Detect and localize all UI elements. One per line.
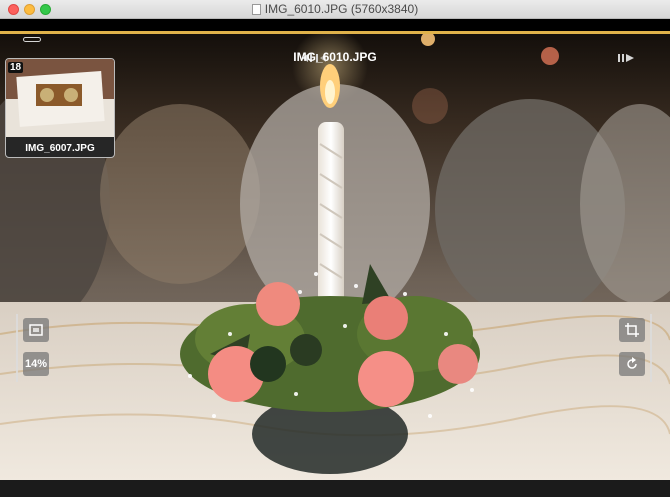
zoom-level-value: 14% [24, 358, 48, 370]
image-viewer-window: IMG_6010.JPG (5760x3840) 18 IMG_6007.JPG… [0, 0, 670, 497]
toolbar-strip [0, 19, 670, 31]
step-forward-icon [618, 54, 634, 62]
step-back-icon [302, 54, 326, 62]
right-controls-divider [650, 314, 652, 382]
previous-image-button[interactable] [298, 50, 328, 66]
next-image-button[interactable] [616, 50, 638, 66]
thumbnail-badge: 18 [8, 62, 24, 73]
progress-handle[interactable] [23, 37, 41, 42]
fit-to-window-button[interactable] [23, 318, 49, 342]
rotate-icon [627, 357, 637, 369]
thumbnail-label: IMG_6007.JPG [25, 143, 95, 154]
title-bar: IMG_6010.JPG (5760x3840) [0, 0, 670, 19]
bottom-bar [0, 480, 670, 497]
crop-icon [625, 323, 639, 337]
crop-button[interactable] [619, 318, 645, 342]
left-controls-divider [16, 314, 18, 382]
zoom-level-button[interactable]: 14% [23, 352, 49, 376]
window-title-text: IMG_6010.JPG (5760x3840) [264, 2, 419, 16]
rotate-button[interactable] [619, 352, 645, 376]
thumbnail-preview[interactable]: 18 IMG_6007.JPG [5, 58, 115, 158]
window-title: IMG_6010.JPG (5760x3840) [0, 0, 670, 18]
document-icon [251, 3, 261, 15]
fit-screen-icon [29, 324, 43, 336]
